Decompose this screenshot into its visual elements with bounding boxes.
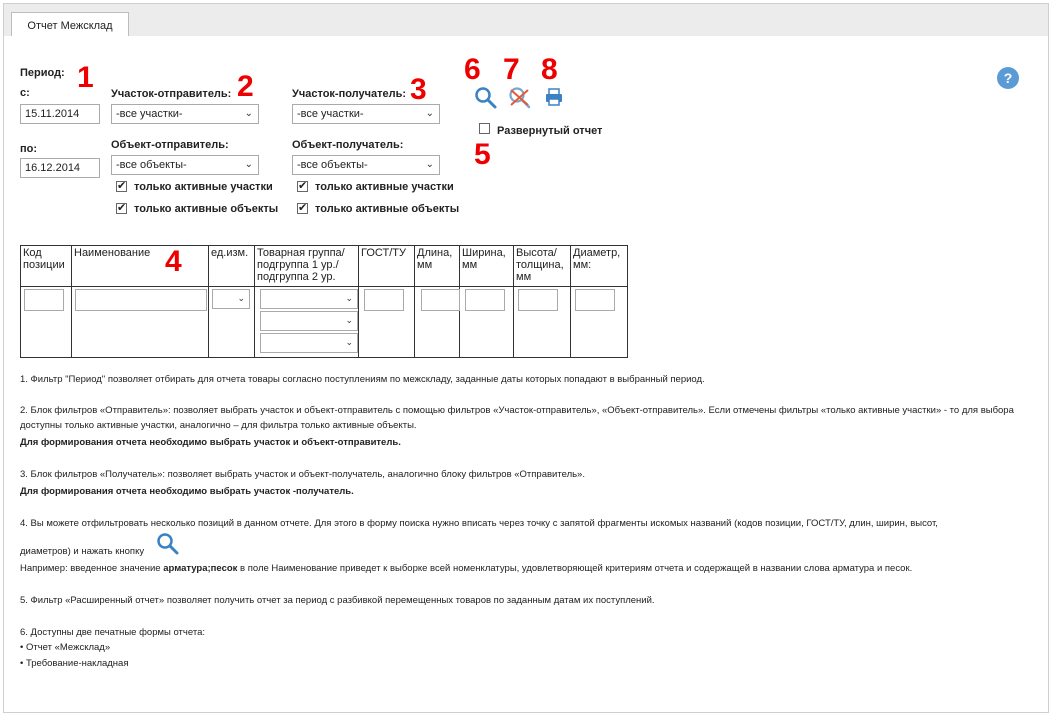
search-icon[interactable] [474, 86, 498, 110]
width-input[interactable] [465, 289, 505, 311]
receiver-active-objects-label: только активные объекты [315, 203, 460, 215]
header-gost: ГОСТ/ТУ [358, 245, 415, 287]
info-4-example: Например: введенное значение арматура;пе… [20, 561, 1030, 576]
gost-input[interactable] [364, 289, 404, 311]
header-group: Товарная группа/ подгруппа 1 ур./ подгру… [254, 245, 359, 287]
tab-bar: Отчет Межсклад [3, 3, 1049, 39]
sender-active-sections-label: только активные участки [134, 181, 273, 193]
sender-object-select[interactable]: -все объекты- ⌄ [111, 155, 259, 175]
header-height: Высота/ толщина, мм [513, 245, 571, 287]
group-select[interactable]: ⌄ [260, 289, 358, 309]
chevron-down-icon: ⌄ [425, 159, 434, 170]
info-bullet-2: • Требование-накладная [20, 658, 129, 669]
info-4-example-pre: Например: введенное значение [20, 563, 164, 574]
info-4-example-post: в поле Наименование приведет к выборке в… [237, 563, 913, 574]
subgroup2-select[interactable]: ⌄ [260, 333, 358, 353]
header-length: Длина, мм [414, 245, 460, 287]
info-2-bold: Для формирования отчета необходимо выбра… [20, 437, 401, 448]
sender-section-select[interactable]: -все участки- ⌄ [111, 104, 259, 124]
sender-active-objects-checkbox[interactable] [116, 201, 127, 214]
sender-active-objects-label: только активные объекты [134, 203, 279, 215]
receiver-object-select[interactable]: -все объекты- ⌄ [292, 155, 440, 175]
info-bullet-1: • Отчет «Межсклад» [20, 642, 111, 653]
expanded-report-checkbox[interactable] [479, 123, 490, 134]
info-3-bold: Для формирования отчета необходимо выбра… [20, 486, 354, 497]
period-from-input[interactable]: 15.11.2014 [20, 104, 100, 124]
length-input[interactable] [421, 289, 460, 311]
header-width: Ширина, мм [459, 245, 514, 287]
marker-3: 3 [410, 73, 427, 106]
info-4: 4. Вы можете отфильтровать несколько поз… [20, 518, 938, 529]
info-4-example-value: арматура;песок [163, 563, 238, 574]
expanded-report-label: Развернутый отчет [497, 125, 603, 137]
header-name: Наименование [71, 245, 209, 287]
header-code: Код позиции [20, 245, 72, 287]
info-4b: диаметров) и нажать кнопку [20, 546, 145, 557]
search-icon [156, 532, 180, 556]
code-input[interactable] [24, 289, 64, 311]
receiver-section-select[interactable]: -все участки- ⌄ [292, 104, 440, 124]
print-icon[interactable] [543, 86, 565, 108]
info-6: 6. Доступны две печатные формы отчета: [20, 627, 205, 638]
sender-active-sections-checkbox[interactable] [116, 179, 127, 192]
height-input[interactable] [518, 289, 558, 311]
receiver-section-label: Участок-получатель: [292, 88, 407, 100]
info-2: 2. Блок фильтров «Отправитель»: позволяе… [20, 405, 1014, 431]
sender-object-value: -все объекты- [116, 159, 187, 171]
info-5: 5. Фильтр «Расширенный отчет» позволяет … [20, 595, 655, 606]
chevron-down-icon: ⌄ [345, 315, 353, 325]
period-to-label: по: [20, 143, 38, 155]
name-input[interactable] [75, 289, 207, 311]
marker-1: 1 [77, 61, 94, 94]
marker-6: 6 [464, 53, 481, 86]
sender-section-label: Участок-отправитель: [111, 88, 232, 100]
info-3: 3. Блок фильтров «Получатель»: позволяет… [20, 469, 585, 480]
info-1: 1. Фильтр "Период" позволяет отбирать дл… [20, 374, 705, 385]
tab-report[interactable]: Отчет Межсклад [11, 12, 129, 39]
receiver-section-value: -все участки- [297, 108, 364, 120]
subgroup1-select[interactable]: ⌄ [260, 311, 358, 331]
marker-4: 4 [165, 245, 182, 278]
info-bullet-2-text: Требование-накладная [25, 658, 129, 669]
receiver-active-objects-checkbox[interactable] [297, 201, 308, 214]
marker-7: 7 [503, 53, 520, 86]
chevron-down-icon: ⌄ [345, 337, 353, 347]
info-bullet-1-text: Отчет «Межсклад» [25, 642, 111, 653]
chevron-down-icon: ⌄ [425, 108, 434, 119]
chevron-down-icon: ⌄ [345, 293, 353, 303]
receiver-active-sections-label: только активные участки [315, 181, 454, 193]
marker-2: 2 [237, 70, 254, 103]
chevron-down-icon: ⌄ [237, 293, 245, 303]
marker-8: 8 [541, 53, 558, 86]
period-from-label: с: [20, 87, 30, 99]
chevron-down-icon: ⌄ [244, 159, 253, 170]
marker-5: 5 [474, 138, 491, 171]
header-diameter: Диаметр, мм: [570, 245, 628, 287]
receiver-active-sections-checkbox[interactable] [297, 179, 308, 192]
receiver-object-label: Объект-получатель: [292, 139, 404, 151]
sender-object-label: Объект-отправитель: [111, 139, 229, 151]
header-unit: ед.изм. [208, 245, 255, 287]
chevron-down-icon: ⌄ [244, 108, 253, 119]
sender-section-value: -все участки- [116, 108, 183, 120]
help-icon[interactable]: ? [997, 67, 1019, 89]
period-to-input[interactable]: 16.12.2014 [20, 158, 100, 178]
clear-search-icon[interactable] [508, 86, 532, 110]
unit-select[interactable]: ⌄ [212, 289, 250, 309]
diameter-input[interactable] [575, 289, 615, 311]
period-label: Период: [20, 67, 65, 79]
receiver-object-value: -все объекты- [297, 159, 368, 171]
